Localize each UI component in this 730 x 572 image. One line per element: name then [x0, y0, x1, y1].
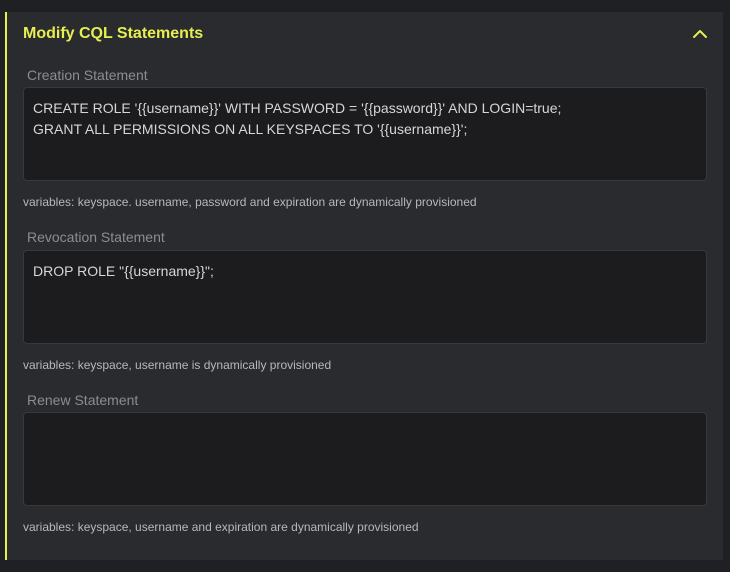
revocation-statement-help: variables: keyspace, username is dynamic… — [23, 358, 332, 372]
revocation-statement-input[interactable]: DROP ROLE "{{username}}"; — [23, 250, 707, 344]
creation-statement-help: variables: keyspace. username, password … — [23, 195, 477, 209]
renew-statement-input[interactable] — [23, 412, 707, 506]
renew-statement-help: variables: keyspace, username and expira… — [23, 520, 419, 534]
chevron-up-icon[interactable] — [691, 25, 709, 43]
section-title: Modify CQL Statements — [23, 25, 204, 42]
cql-statements-panel: Modify CQL Statements Creation Statement… — [5, 12, 723, 560]
revocation-statement-label: Revocation Statement — [27, 229, 165, 245]
renew-statement-label: Renew Statement — [27, 392, 139, 408]
creation-statement-label: Creation Statement — [27, 67, 148, 83]
creation-statement-input[interactable]: CREATE ROLE '{{username}}' WITH PASSWORD… — [23, 87, 707, 181]
section-header[interactable]: Modify CQL Statements — [23, 24, 709, 48]
